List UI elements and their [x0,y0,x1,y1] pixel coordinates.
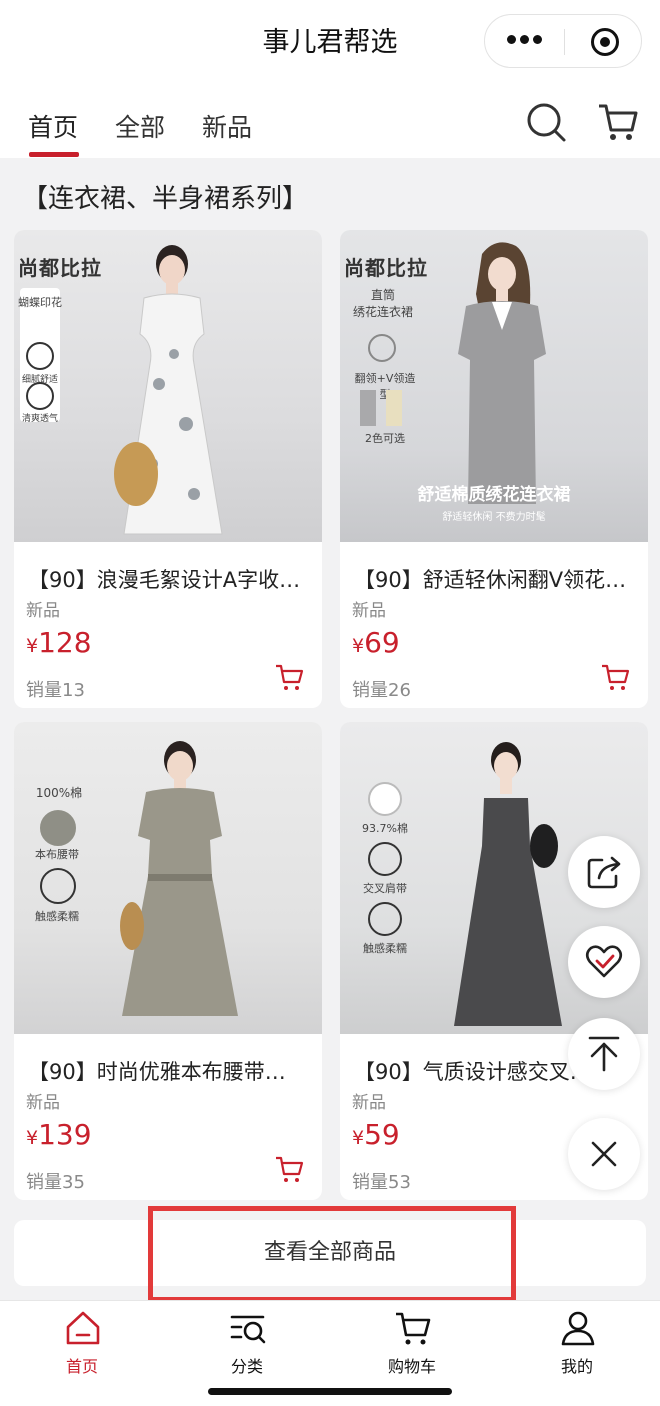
sales-count: 销量13 [26,680,85,701]
close-icon [591,1141,617,1167]
feature-icon [368,334,396,362]
close-floating-button[interactable] [568,1118,640,1190]
sales-count: 销量35 [26,1172,85,1193]
sales-count: 销量53 [352,1172,411,1193]
home-icon [66,1311,100,1345]
sales-count: 销量26 [352,680,411,701]
feature-label: 蝴蝶印花 [18,296,62,309]
favorite-heart-icon [585,945,623,978]
product-price: ¥69 [352,626,400,659]
back-to-top-button[interactable] [568,1018,640,1090]
nav-category-label: 分类 [230,1357,263,1376]
image-banner: 舒适棉质绣花连衣裙 [417,485,571,505]
feature-label: 清爽透气 [21,414,58,424]
search-icon[interactable] [524,100,568,144]
section-title: 【连衣裙、半身裙系列】 [22,184,309,214]
capsule-menu [484,14,642,68]
feature-label: 2色可选 [365,432,405,445]
product-image[interactable]: 100%棉 本布腰带 触感柔糯 [14,722,322,1034]
top-tabs: 首页 全部 新品 [0,80,660,158]
color-swatch [360,390,376,426]
feature-label: 触感柔糯 [363,942,407,955]
image-headline: 直筒 绣花连衣裙 [352,288,413,319]
product-tag: 新品 [26,1093,60,1113]
mini-program-header: 事儿君帮选 [0,0,660,80]
active-tab-indicator [29,152,79,157]
nav-profile[interactable]: 我的 [517,1301,637,1381]
feature-icon [368,902,402,936]
capsule-divider [564,29,565,55]
cart-icon[interactable] [596,100,640,144]
nav-home[interactable]: 首页 [22,1301,142,1381]
feature-label: 100%棉 [35,786,83,800]
brand-label: 尚都比拉 [18,256,102,280]
product-tag: 新品 [352,1093,386,1113]
share-icon [587,856,621,889]
model-photo [120,741,238,1016]
product-card[interactable]: 尚都比拉 蝴蝶印花 细腻舒适 清爽透气 【90】浪漫毛絮设计A字收… 新品 ¥1… [14,230,322,708]
category-search-icon [230,1315,266,1344]
tab-home[interactable]: 首页 [28,108,78,144]
feature-icon [368,842,402,876]
feature-icon [40,868,76,904]
product-card[interactable]: 100%棉 本布腰带 触感柔糯 【90】时尚优雅本布腰带… 新品 ¥139 销量… [14,722,322,1200]
nav-cart[interactable]: 购物车 [352,1301,472,1381]
feature-icon [40,810,76,846]
product-card[interactable]: 尚都比拉 直筒 绣花连衣裙 翻领+V领造型 2色可选 舒适棉质绣花连衣裙 舒适轻… [340,230,648,708]
brand-label: 尚都比拉 [344,256,428,280]
nav-profile-label: 我的 [560,1357,593,1376]
feature-label: 93.7%棉 [362,822,408,835]
product-price: ¥139 [26,1118,92,1151]
product-tag: 新品 [26,601,60,621]
tab-new[interactable]: 新品 [202,108,252,144]
model-photo [454,742,562,1026]
product-name[interactable]: 【90】浪漫毛絮设计A字收… [28,564,310,594]
model-photo [114,245,223,535]
favorite-button[interactable] [568,926,640,998]
exit-miniprogram-icon[interactable] [591,28,619,56]
tab-all[interactable]: 全部 [115,108,165,144]
share-button[interactable] [568,836,640,908]
color-swatch [386,390,402,426]
feature-icon [368,782,402,816]
product-price: ¥128 [26,626,92,659]
nav-home-label: 首页 [65,1357,98,1376]
user-icon [561,1311,595,1346]
product-image[interactable]: 尚都比拉 蝴蝶印花 细腻舒适 清爽透气 [14,230,322,542]
feature-label: 本布腰带 [35,848,79,861]
nav-cart-label: 购物车 [387,1357,436,1376]
image-banner-sub: 舒适轻休闲 不费力时髦 [442,512,546,523]
product-price: ¥59 [352,1118,400,1151]
add-to-cart-icon[interactable] [600,662,630,692]
back-to-top-icon [588,1036,620,1072]
feature-icon [26,342,54,370]
feature-label: 触感柔糯 [35,910,79,923]
add-to-cart-icon[interactable] [274,1154,304,1184]
product-tag: 新品 [352,601,386,621]
home-indicator [208,1388,452,1395]
highlight-annotation-box [148,1206,516,1302]
cart-icon [396,1312,431,1345]
nav-category[interactable]: 分类 [187,1301,307,1381]
feature-label: 交叉肩带 [363,882,407,895]
product-name[interactable]: 【90】时尚优雅本布腰带… [28,1056,310,1086]
add-to-cart-icon[interactable] [274,662,304,692]
product-image[interactable]: 尚都比拉 直筒 绣花连衣裙 翻领+V领造型 2色可选 舒适棉质绣花连衣裙 舒适轻… [340,230,648,542]
more-icon[interactable] [507,35,543,47]
product-name[interactable]: 【90】舒适轻休闲翻V领花… [354,564,636,594]
feature-icon [26,382,54,410]
